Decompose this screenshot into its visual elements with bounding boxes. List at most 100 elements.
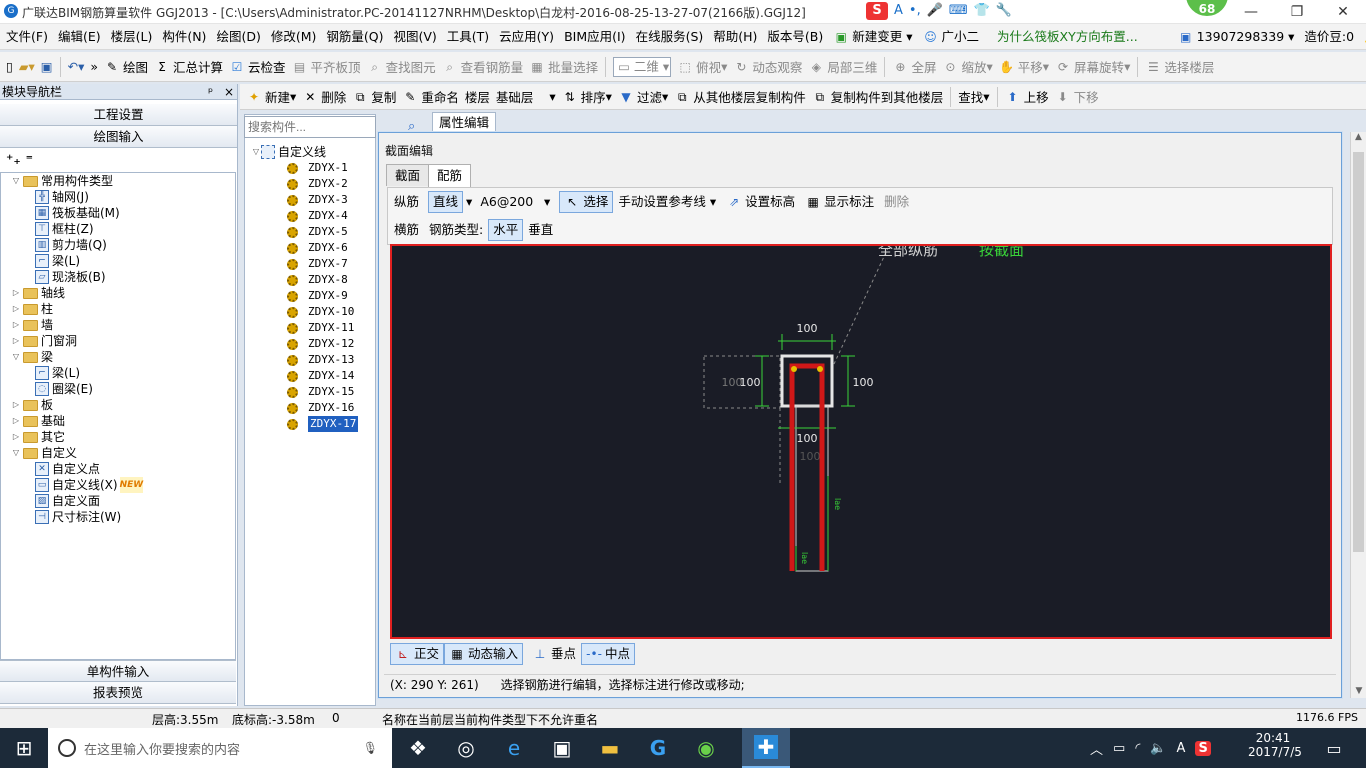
select-floor-button[interactable]: ☰ 选择楼层 <box>1142 54 1217 80</box>
nav-tree-item[interactable]: ▷ 其它 <box>1 429 235 445</box>
scroll-down-icon[interactable]: ▼ <box>1351 686 1366 696</box>
nav-tree-item[interactable]: ▷ 轴线 <box>1 285 235 301</box>
nav-tree-item[interactable]: ▽ 自定义 <box>1 445 235 461</box>
tab-reinforcement[interactable]: 配筋 <box>428 164 472 187</box>
nav-tree-item[interactable]: ✕ 自定义点 <box>1 461 235 477</box>
taskbar-search[interactable]: 在这里输入你要搜索的内容 🎙 <box>48 728 392 768</box>
mic-icon[interactable]: 🎙 <box>363 741 378 755</box>
nav-close-icon[interactable]: × <box>224 84 234 100</box>
zoom-button[interactable]: ⊙ 缩放 ▾ <box>939 54 995 80</box>
new-file-icon[interactable]: ▯ <box>0 54 16 80</box>
menu-component[interactable]: 构件(N) <box>157 24 211 50</box>
ime-tool-icon[interactable]: 🔧 <box>996 2 1012 20</box>
comp-list-item[interactable]: ZDYX-13 <box>245 352 375 368</box>
nav-tree-item[interactable]: ▽ 梁 <box>1 349 235 365</box>
ime-lang-indicator[interactable]: A <box>1177 741 1186 756</box>
comp-list-item[interactable]: ZDYX-1 <box>245 160 375 176</box>
section-canvas[interactable]: 全部纵筋 按截面 100 100 100 100 100 100 lae lae <box>390 244 1332 639</box>
expand-icon[interactable]: ▷ <box>11 317 21 333</box>
collapse-icon[interactable]: ▽ <box>251 144 261 160</box>
nav-tree-item[interactable]: ⌐ 梁(L) <box>1 365 235 381</box>
close-icon[interactable]: ✕ <box>1320 0 1366 24</box>
scroll-thumb[interactable] <box>1353 152 1364 552</box>
comp-list-item[interactable]: ZDYX-4 <box>245 208 375 224</box>
browser-360-icon[interactable]: ◎ <box>442 728 490 768</box>
expand-icon[interactable]: ▷ <box>11 333 21 349</box>
file-explorer-icon[interactable]: ▬ <box>586 728 634 768</box>
menu-bim[interactable]: BIM应用(I) <box>559 24 631 50</box>
tray-icons[interactable]: ︿ ▭ ◜ 🔈 A S <box>1090 728 1211 768</box>
pan-button[interactable]: ✋ 平移 ▾ <box>996 54 1052 80</box>
restore-icon[interactable]: ❐ <box>1274 0 1320 24</box>
sum-calc-button[interactable]: Σ 汇总计算 <box>151 54 226 80</box>
save-icon[interactable]: ▣ <box>38 54 56 80</box>
menu-online[interactable]: 在线服务(S) <box>631 24 709 50</box>
menu-new-change[interactable]: ▣ 新建变更 ▾ <box>828 24 917 50</box>
menu-rebar-qty[interactable]: 钢筋量(Q) <box>321 24 388 50</box>
nav-tree-item[interactable]: ⌐ 梁(L) <box>1 253 235 269</box>
longitudinal-rebar-button[interactable]: 纵筋 <box>389 191 424 213</box>
project-settings-button[interactable]: 工程设置 <box>0 104 237 126</box>
menu-edit[interactable]: 编辑(E) <box>53 24 106 50</box>
set-elevation-button[interactable]: ⇗ 设置标高 <box>721 191 800 213</box>
comp-tree-root[interactable]: ▽ 自定义线 <box>245 144 375 160</box>
wifi-icon[interactable]: ◜ <box>1135 741 1140 756</box>
single-component-input-button[interactable]: 单构件输入 <box>0 660 236 682</box>
batch-select-button[interactable]: ▦ 批量选择 <box>526 54 601 80</box>
nav-tree-item[interactable]: ▷ 柱 <box>1 301 235 317</box>
rebar-point-left[interactable] <box>791 366 797 372</box>
lae-label-left[interactable]: lae <box>800 552 809 564</box>
comp-list-item[interactable]: ZDYX-10 <box>245 304 375 320</box>
collapse-icon[interactable]: ▽ <box>11 173 21 189</box>
nav-tree-item[interactable]: ▷ 门窗洞 <box>1 333 235 349</box>
rebar-drawing[interactable]: 全部纵筋 按截面 100 100 100 100 100 100 lae lae <box>392 246 1330 637</box>
nav-tree-item[interactable]: ╬ 轴网(J) <box>1 189 235 205</box>
dynamic-observe-button[interactable]: ↻ 动态观察 <box>730 54 805 80</box>
dim-lower[interactable]: 100 <box>797 432 818 445</box>
delete-button[interactable]: ✕ 删除 <box>299 84 349 110</box>
copy-from-floor-button[interactable]: ⧉ 从其他楼层复制构件 <box>671 84 809 110</box>
straight-line-button[interactable]: 直线 <box>428 191 464 213</box>
delete-rebar-button[interactable]: 删除 <box>879 191 914 213</box>
menu-draw[interactable]: 绘图(D) <box>211 24 265 50</box>
ortho-button[interactable]: ⊾ 正交 <box>390 643 445 665</box>
comp-list-item[interactable]: ZDYX-5 <box>245 224 375 240</box>
flat-slab-button[interactable]: ▤ 平齐板顶 <box>289 54 364 80</box>
search-input[interactable] <box>244 116 376 138</box>
comp-list-item[interactable]: ZDYX-7 <box>245 256 375 272</box>
menu-account[interactable]: ▣ 13907298339 ▾ <box>1173 24 1300 50</box>
score-badge[interactable]: 68 <box>1184 0 1230 18</box>
ime-skin-icon[interactable]: 👕 <box>974 2 990 20</box>
screen-rotate-button[interactable]: ⟳ 屏幕旋转 ▾ <box>1052 54 1133 80</box>
ime-mic-icon[interactable]: 🎤 <box>927 2 943 20</box>
nav-tree-item[interactable]: ◌ 圈梁(E) <box>1 381 235 397</box>
vertical-scrollbar[interactable]: ▲ ▼ <box>1350 132 1366 698</box>
comp-list-item[interactable]: ZDYX-16 <box>245 400 375 416</box>
tray-device-icon[interactable]: ▭ <box>1113 741 1125 756</box>
find-element-button[interactable]: ⌕ 查找图元 <box>364 54 439 80</box>
nav-tree-item[interactable]: ⊤ 框柱(Z) <box>1 221 235 237</box>
comp-list-item[interactable]: ZDYX-2 <box>245 176 375 192</box>
lae-label-right[interactable]: lae <box>833 498 842 510</box>
nav-tree-item[interactable]: ▥ 剪力墙(Q) <box>1 237 235 253</box>
drawing-input-button[interactable]: 绘图输入 <box>0 126 237 148</box>
dim-right[interactable]: 100 <box>853 376 874 389</box>
nav-tree-item[interactable]: ▷ 板 <box>1 397 235 413</box>
menu-help[interactable]: 帮助(H) <box>708 24 762 50</box>
comp-list-item[interactable]: ZDYX-9 <box>245 288 375 304</box>
expand-icon[interactable]: ▷ <box>11 397 21 413</box>
windows-start-icon[interactable]: ⊞ <box>0 728 48 768</box>
expand-icon[interactable]: ▷ <box>11 413 21 429</box>
show-dimension-button[interactable]: ▦ 显示标注 <box>800 191 879 213</box>
report-preview-button[interactable]: 报表预览 <box>0 682 236 704</box>
transverse-rebar-button[interactable]: 横筋 <box>389 219 424 241</box>
move-up-button[interactable]: ⬆ 上移 <box>1002 84 1052 110</box>
volume-icon[interactable]: 🔈 <box>1150 741 1166 756</box>
perpendicular-button[interactable]: ⊥ 垂点 <box>527 643 581 665</box>
ime-toolbar[interactable]: S A •, 🎤 ⌨ 👕 🔧 <box>866 2 1012 20</box>
comp-list-item[interactable]: ZDYX-11 <box>245 320 375 336</box>
edge-icon[interactable]: e <box>490 728 538 768</box>
floor-select[interactable]: 基础层 ▾ <box>493 84 559 110</box>
dim-left[interactable]: 100 <box>740 376 761 389</box>
toolbar-overflow-icon[interactable]: » <box>87 54 101 80</box>
